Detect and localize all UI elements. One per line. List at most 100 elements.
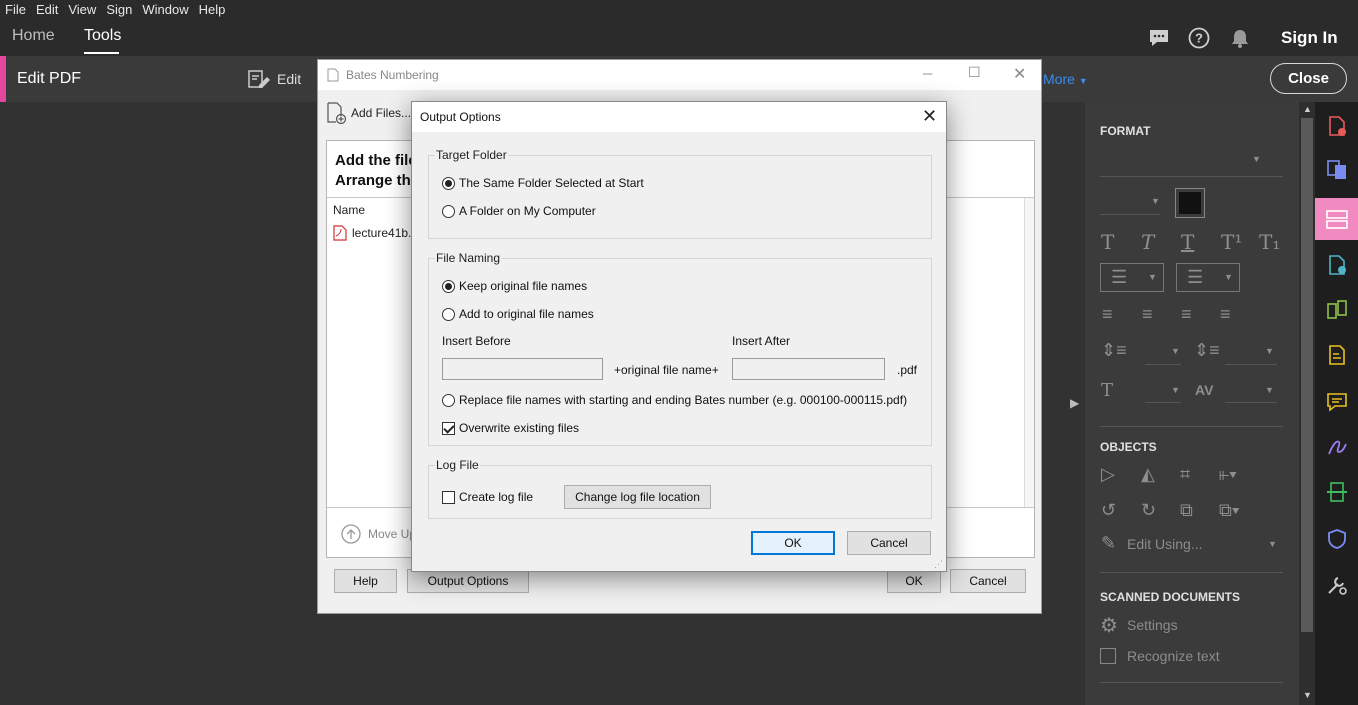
- superscript-icon[interactable]: T¹: [1221, 230, 1242, 254]
- replace-image-icon[interactable]: ⧉: [1180, 500, 1193, 521]
- radio-unselected[interactable]: [442, 393, 455, 407]
- text-underline-icon[interactable]: T: [1181, 230, 1194, 254]
- option-label: Keep original file names: [459, 279, 588, 293]
- scrollbar-thumb[interactable]: [1301, 118, 1313, 632]
- organize-pages-icon[interactable]: [1326, 299, 1348, 321]
- output-options-button[interactable]: Output Options: [407, 569, 529, 593]
- combine-files-icon[interactable]: [1326, 159, 1348, 181]
- edit-pdf-rail-icon[interactable]: [1326, 208, 1348, 230]
- more-tools-wrench-icon[interactable]: [1326, 574, 1348, 596]
- line-spacing-icon[interactable]: ⇕≡: [1101, 340, 1127, 361]
- collapse-panel-icon[interactable]: ▶: [1070, 396, 1079, 410]
- list-item[interactable]: lecture41b.pdf: [333, 225, 413, 241]
- section-divider: [1100, 426, 1283, 427]
- radio-selected[interactable]: [442, 176, 455, 190]
- char-spacing-dropdown[interactable]: [1225, 402, 1277, 403]
- dialog-cancel-button[interactable]: Cancel: [847, 531, 931, 555]
- create-log-checkbox[interactable]: [442, 490, 455, 504]
- comment-tool-icon[interactable]: [1326, 391, 1348, 413]
- align-center-icon[interactable]: ≡: [1142, 304, 1153, 325]
- radio-unselected[interactable]: [442, 307, 455, 321]
- rotate-left-icon[interactable]: ↺: [1101, 500, 1116, 521]
- export-pdf-icon[interactable]: [1326, 254, 1348, 276]
- overwrite-checkbox[interactable]: [442, 421, 455, 435]
- list-scrollbar[interactable]: [1024, 198, 1034, 507]
- align-left-icon[interactable]: ≡: [1102, 304, 1113, 325]
- same-folder-option[interactable]: The Same Folder Selected at Start: [442, 176, 644, 190]
- fill-sign-icon[interactable]: [1326, 436, 1348, 458]
- move-up-button[interactable]: Move Up: [341, 524, 415, 544]
- paragraph-spacing-icon[interactable]: ⇕≡: [1194, 340, 1220, 361]
- flip-horizontal-icon[interactable]: ▷: [1101, 464, 1115, 485]
- char-scale-icon[interactable]: T: [1101, 380, 1113, 401]
- char-scale-dropdown[interactable]: [1145, 402, 1181, 403]
- instruction-line: Arrange the: [335, 172, 415, 189]
- replace-with-bates-option[interactable]: Replace file names with starting and end…: [442, 393, 907, 407]
- edit-tool-button[interactable]: Edit: [247, 68, 301, 90]
- column-header-name[interactable]: Name: [333, 203, 365, 217]
- font-color-swatch[interactable]: [1175, 188, 1205, 218]
- recognize-text-checkbox[interactable]: [1100, 648, 1116, 664]
- insert-after-field[interactable]: [732, 358, 885, 380]
- folder-on-computer-option[interactable]: A Folder on My Computer: [442, 204, 596, 218]
- resize-grip-icon[interactable]: ⋰: [934, 559, 943, 570]
- bullet-list-dropdown[interactable]: ☰ ▼: [1100, 263, 1164, 292]
- text-bold-icon[interactable]: T: [1101, 230, 1114, 254]
- sign-in-button[interactable]: Sign In: [1281, 28, 1338, 48]
- paragraph-spacing-dropdown[interactable]: [1225, 364, 1277, 365]
- radio-unselected[interactable]: [442, 204, 455, 218]
- close-tool-button[interactable]: Close: [1270, 63, 1347, 94]
- scroll-up-icon[interactable]: ▲: [1303, 104, 1312, 114]
- tab-home[interactable]: Home: [12, 27, 55, 45]
- subscript-icon[interactable]: T₁: [1259, 230, 1280, 254]
- maximize-icon[interactable]: ☐: [968, 64, 981, 81]
- radio-selected[interactable]: [442, 279, 455, 293]
- insert-before-field[interactable]: [442, 358, 603, 380]
- keep-original-names-option[interactable]: Keep original file names: [442, 279, 587, 293]
- flip-vertical-icon[interactable]: ◭: [1141, 464, 1155, 485]
- font-size-dropdown[interactable]: [1100, 214, 1160, 215]
- add-to-names-option[interactable]: Add to original file names: [442, 307, 594, 321]
- menu-help[interactable]: Help: [194, 1, 231, 19]
- help-icon[interactable]: ?: [1188, 27, 1210, 49]
- menu-view[interactable]: View: [63, 1, 101, 19]
- overwrite-existing-option[interactable]: Overwrite existing files: [442, 421, 579, 435]
- rotate-right-icon[interactable]: ↻: [1141, 500, 1156, 521]
- crop-icon[interactable]: ⌗: [1180, 464, 1190, 485]
- cancel-button[interactable]: Cancel: [950, 569, 1026, 593]
- request-esignatures-icon[interactable]: [1326, 344, 1348, 366]
- add-files-button[interactable]: Add Files...: [326, 102, 411, 124]
- minimize-icon[interactable]: ─: [923, 66, 932, 81]
- help-button[interactable]: Help: [334, 569, 397, 593]
- group-objects-icon[interactable]: ⧉▾: [1219, 500, 1239, 521]
- settings-link[interactable]: Settings: [1127, 617, 1178, 633]
- scan-ocr-icon[interactable]: [1326, 481, 1348, 503]
- tab-tools[interactable]: Tools: [84, 27, 121, 45]
- bell-icon[interactable]: [1229, 27, 1251, 49]
- numbered-list-dropdown[interactable]: ☰ ▼: [1176, 263, 1240, 292]
- close-icon[interactable]: ✕: [922, 106, 937, 127]
- line-spacing-dropdown[interactable]: [1145, 364, 1181, 365]
- more-tools-dropdown[interactable]: More ▼: [1043, 71, 1088, 87]
- edit-using-dropdown[interactable]: Edit Using...: [1127, 536, 1202, 552]
- scroll-down-icon[interactable]: ▼: [1303, 690, 1312, 700]
- create-log-file-option[interactable]: Create log file: [442, 490, 533, 504]
- protect-shield-icon[interactable]: [1326, 528, 1348, 550]
- menu-sign[interactable]: Sign: [101, 1, 137, 19]
- arrange-objects-icon[interactable]: ⫦▾: [1219, 464, 1237, 485]
- char-spacing-icon[interactable]: AV: [1195, 382, 1213, 398]
- comment-icon[interactable]: [1148, 27, 1170, 49]
- align-right-icon[interactable]: ≡: [1181, 304, 1192, 325]
- menu-file[interactable]: File: [0, 1, 31, 19]
- close-icon[interactable]: ✕: [1013, 64, 1026, 84]
- menu-edit[interactable]: Edit: [31, 1, 63, 19]
- change-log-location-button[interactable]: Change log file location: [564, 485, 711, 509]
- ok-button[interactable]: OK: [887, 569, 941, 593]
- dialog-ok-button[interactable]: OK: [751, 531, 835, 555]
- panel-scrollbar[interactable]: ▲ ▼: [1299, 102, 1315, 705]
- menu-window[interactable]: Window: [137, 1, 193, 19]
- font-dropdown[interactable]: [1100, 176, 1283, 177]
- create-pdf-icon[interactable]: [1326, 115, 1348, 137]
- text-italic-icon[interactable]: T: [1141, 230, 1154, 254]
- align-justify-icon[interactable]: ≡: [1220, 304, 1231, 325]
